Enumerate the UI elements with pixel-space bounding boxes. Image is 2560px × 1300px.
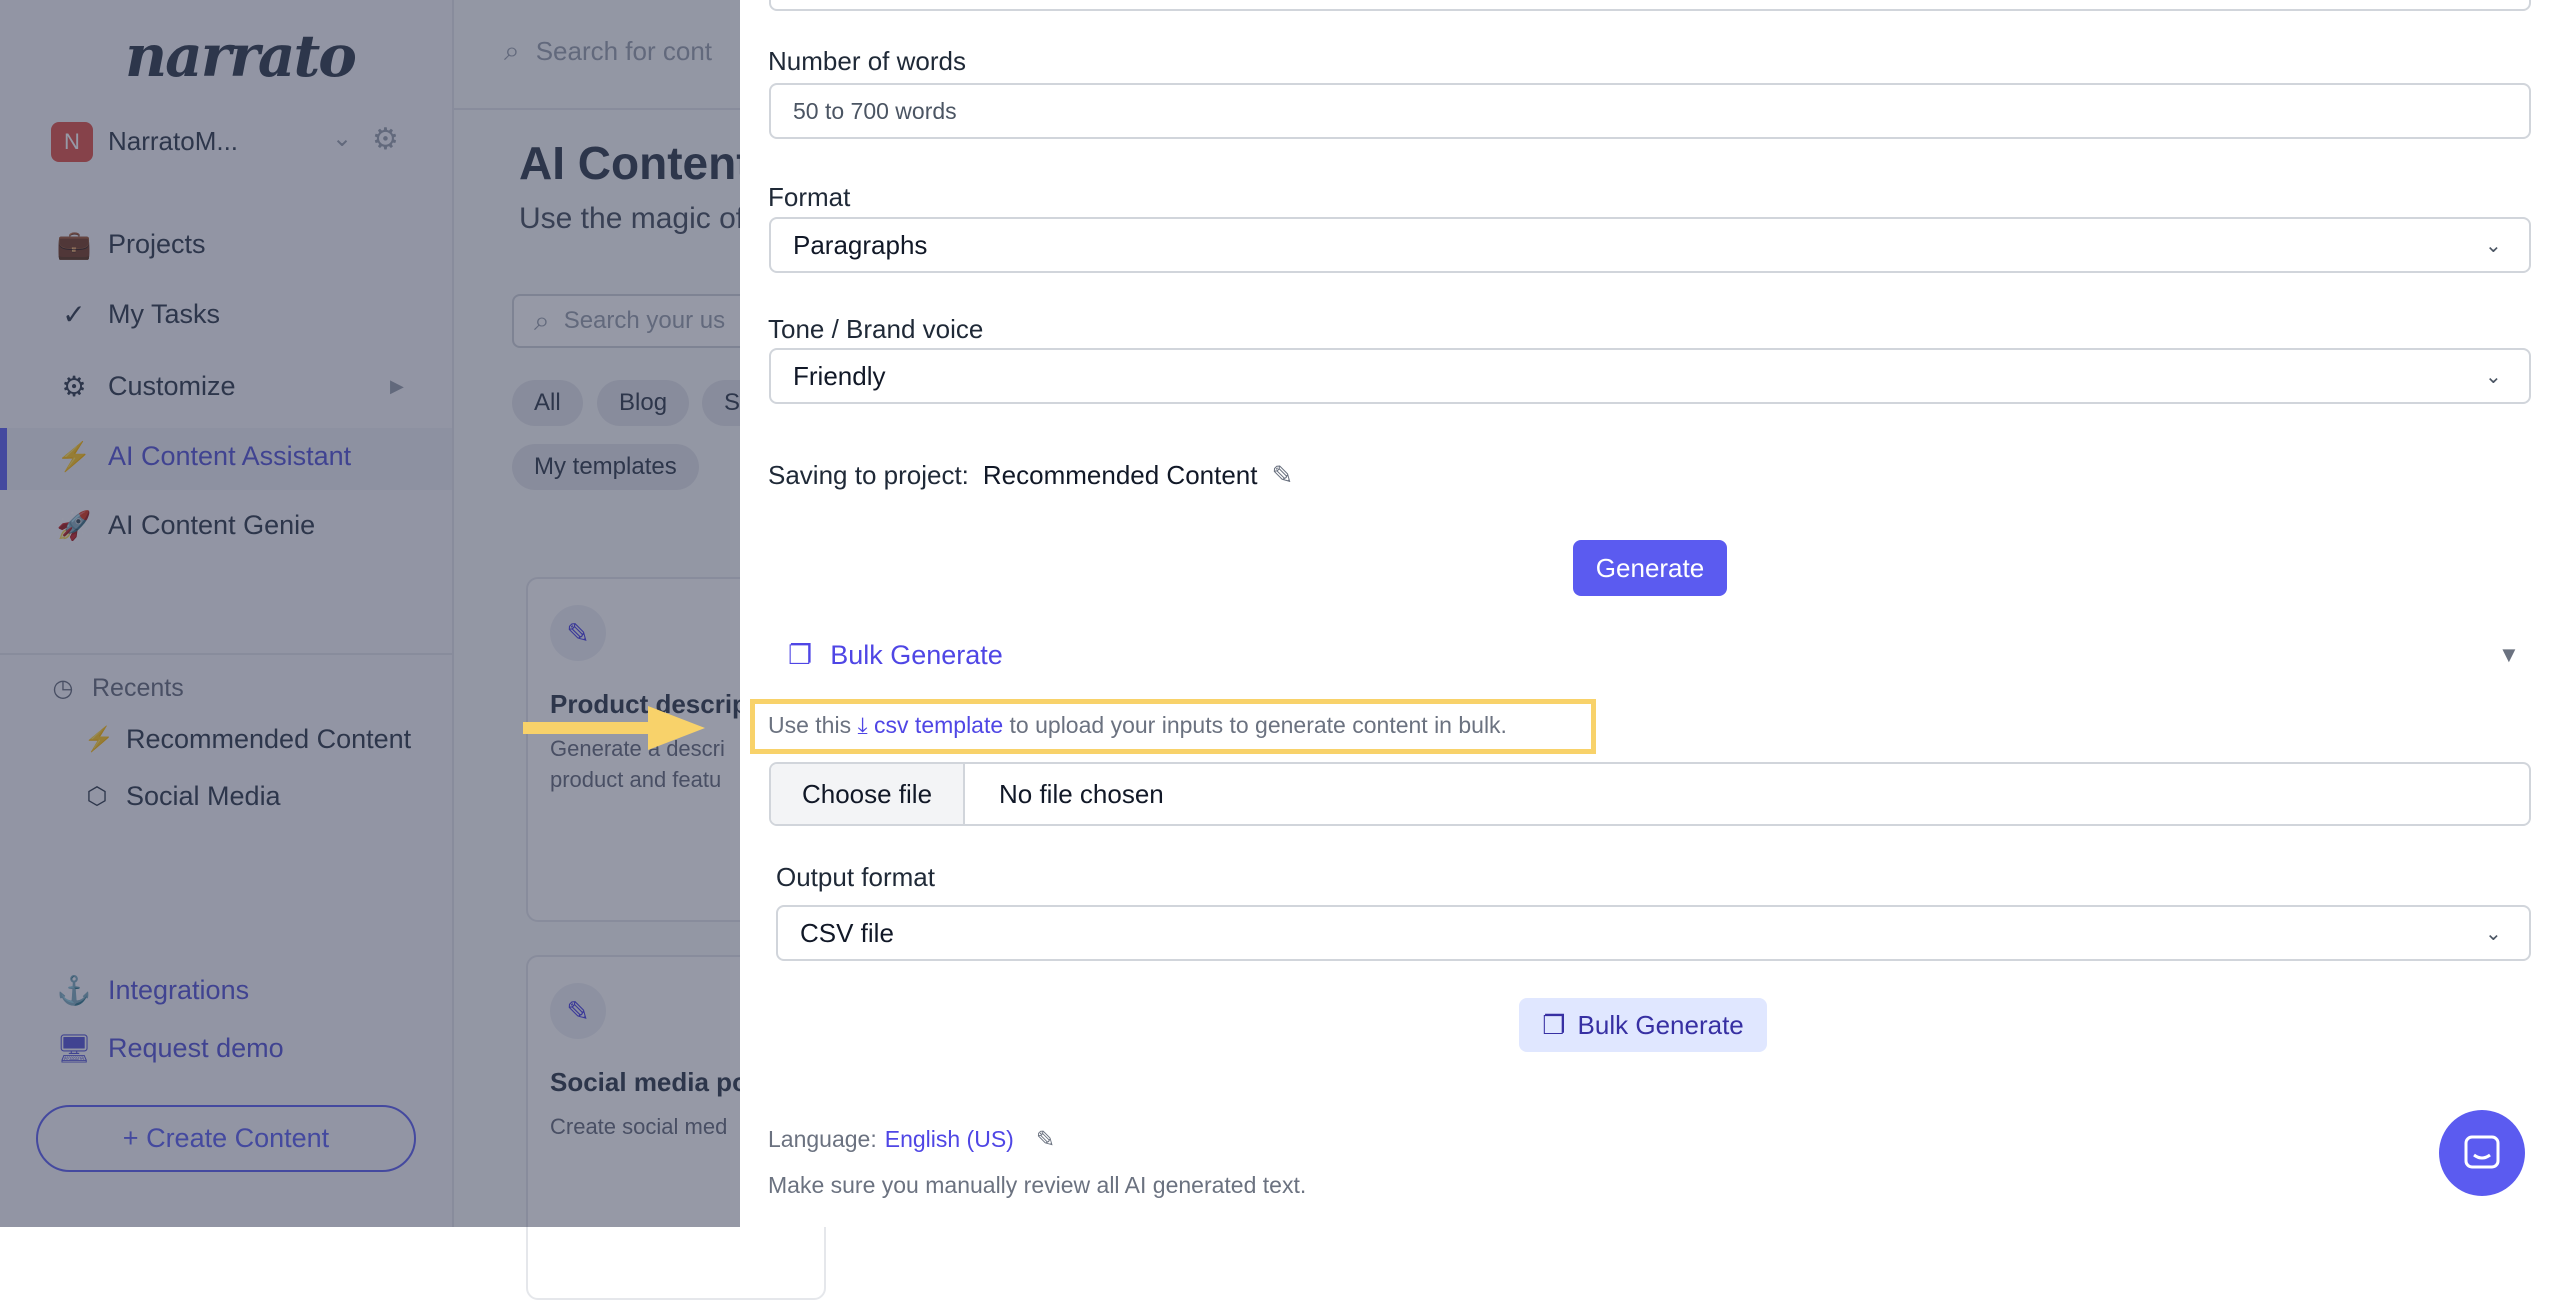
words-label: Number of words bbox=[768, 46, 966, 76]
chevron-down-icon: ⌄ bbox=[2485, 235, 2502, 257]
annotation-arrow-icon bbox=[523, 706, 705, 750]
file-status: No file chosen bbox=[999, 778, 1164, 809]
language-value[interactable]: English (US) bbox=[885, 1126, 1014, 1153]
edit-icon[interactable]: ✎ bbox=[1272, 460, 1294, 491]
chevron-down-icon: ⌄ bbox=[2485, 366, 2502, 388]
chat-icon bbox=[2464, 1135, 2500, 1169]
previous-textarea[interactable] bbox=[769, 0, 2531, 11]
format-select[interactable]: Paragraphs ⌄ bbox=[769, 217, 2531, 273]
csv-helper-text: Use this ⤓ csv template to upload your i… bbox=[768, 712, 1507, 739]
language-label: Language: bbox=[768, 1126, 877, 1152]
bulk-generate-toggle[interactable]: ❐ Bulk Generate bbox=[788, 640, 1003, 671]
helper-post: to upload your inputs to generate conten… bbox=[1009, 712, 1507, 738]
file-input[interactable]: Choose file No file chosen bbox=[769, 762, 2531, 826]
language-row: Language: English (US) ✎ bbox=[768, 1126, 1055, 1153]
modal-backdrop[interactable] bbox=[0, 0, 740, 1227]
format-label: Format bbox=[768, 182, 851, 212]
format-value: Paragraphs bbox=[793, 229, 928, 260]
saving-label: Saving to project: bbox=[768, 460, 969, 490]
caret-down-icon[interactable]: ▼ bbox=[2498, 642, 2520, 668]
copy-icon: ❐ bbox=[1542, 1009, 1566, 1040]
choose-file-button[interactable]: Choose file bbox=[771, 764, 965, 824]
copy-icon: ❐ bbox=[788, 640, 813, 670]
csv-template-link[interactable]: ⤓ csv template bbox=[857, 712, 1003, 738]
label: Bulk Generate bbox=[1577, 1009, 1744, 1040]
chat-launcher-button[interactable] bbox=[2439, 1110, 2525, 1196]
helper-pre: Use this bbox=[768, 712, 852, 738]
saving-project: Saving to project: Recommended Content ✎ bbox=[768, 460, 1293, 491]
bulk-title: Bulk Generate bbox=[830, 640, 1003, 670]
generate-button[interactable]: Generate bbox=[1573, 540, 1727, 596]
generate-panel: Number of words 50 to 700 words Format P… bbox=[740, 0, 2560, 1227]
tone-value: Friendly bbox=[793, 360, 886, 391]
edit-icon[interactable]: ✎ bbox=[1036, 1126, 1055, 1153]
words-input[interactable]: 50 to 700 words bbox=[769, 83, 2531, 139]
saving-project-name: Recommended Content bbox=[982, 460, 1258, 490]
link-text: csv template bbox=[874, 712, 1004, 738]
tone-select[interactable]: Friendly ⌄ bbox=[769, 348, 2531, 404]
output-format-label: Output format bbox=[776, 862, 935, 892]
tone-label: Tone / Brand voice bbox=[768, 314, 984, 344]
review-note: Make sure you manually review all AI gen… bbox=[768, 1172, 1307, 1198]
output-format-select[interactable]: CSV file ⌄ bbox=[776, 905, 2531, 961]
output-format-value: CSV file bbox=[800, 917, 894, 948]
bulk-generate-button[interactable]: ❐ Bulk Generate bbox=[1519, 998, 1767, 1052]
download-icon: ⤓ bbox=[857, 712, 868, 738]
chevron-down-icon: ⌄ bbox=[2485, 923, 2502, 945]
